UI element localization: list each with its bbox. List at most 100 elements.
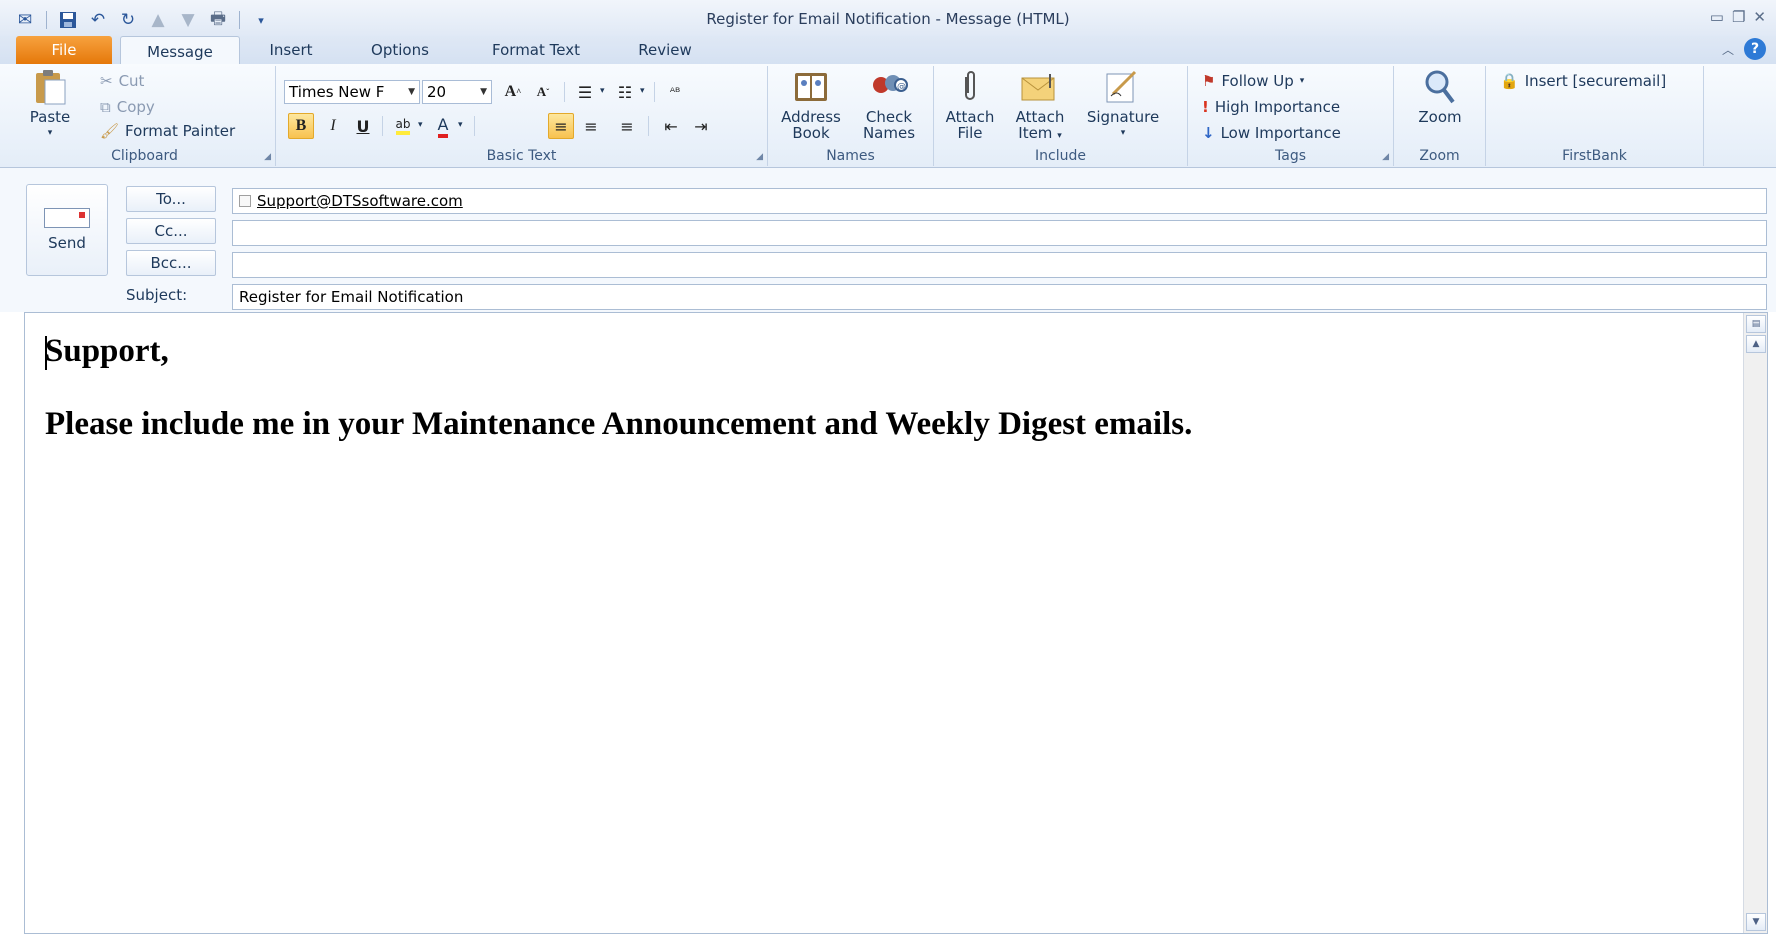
font-size-combo[interactable]: 20 ▼ [422, 80, 492, 104]
cc-button[interactable]: Cc... [126, 218, 216, 244]
address-book-icon [791, 68, 831, 106]
check-names-button[interactable]: @ Check Names [854, 68, 924, 141]
help-icon[interactable]: ? [1744, 38, 1766, 60]
align-center-button[interactable]: ≡ [578, 113, 604, 139]
tab-file[interactable]: File [16, 36, 112, 64]
address-book-button[interactable]: Address Book [776, 68, 846, 141]
insert-securemail-button[interactable]: 🔒 Insert [securemail] [1500, 72, 1666, 90]
format-painter-button[interactable]: 🖌 Format Painter [100, 122, 235, 140]
attach-item-button[interactable]: Attach Item ▾ [1008, 68, 1072, 144]
send-button[interactable]: Send [26, 184, 108, 276]
signature-button[interactable]: Signature ▾ [1078, 68, 1168, 141]
scroll-down-icon[interactable]: ▼ [1746, 913, 1766, 931]
ribbon: Paste ▾ ✂ Cut ⧉ Copy 🖌 Format Painter Cl… [0, 64, 1776, 168]
tags-launcher-icon[interactable]: ◢ [1382, 152, 1389, 162]
exclamation-icon: ! [1202, 98, 1209, 116]
attach-item-dropdown-icon[interactable]: ▾ [1057, 131, 1062, 141]
shrink-font-button[interactable]: Aˇ [530, 79, 556, 105]
window-controls: ▭ ❐ ✕ [1710, 8, 1766, 26]
scissors-icon: ✂ [100, 72, 113, 90]
lock-icon: 🔒 [1500, 72, 1519, 90]
tab-insert[interactable]: Insert [252, 36, 330, 64]
attach-item-label-line1: Attach [1015, 108, 1065, 126]
numbering-dropdown-icon[interactable]: ▾ [640, 86, 645, 96]
highlight-dropdown-icon[interactable]: ▾ [418, 120, 423, 130]
font-name-dropdown-icon[interactable]: ▼ [408, 87, 415, 97]
to-value: Support@DTSsoftware.com [257, 192, 463, 210]
basic-text-launcher-icon[interactable]: ◢ [756, 152, 763, 162]
increase-indent-button[interactable]: ⇥ [688, 113, 714, 139]
bcc-field[interactable] [232, 252, 1767, 278]
clipboard-launcher-icon[interactable]: ◢ [264, 152, 271, 162]
include-group-label: Include [1035, 148, 1086, 164]
bcc-button[interactable]: Bcc... [126, 250, 216, 276]
tab-options[interactable]: Options [350, 36, 450, 64]
attach-file-label-line1: Attach [945, 108, 995, 126]
highlight-button[interactable]: ab [390, 113, 416, 139]
to-field[interactable]: Support@DTSsoftware.com [232, 188, 1767, 214]
check-names-label-line2: Names [862, 124, 916, 142]
ruler-toggle-icon[interactable]: ▤ [1746, 315, 1766, 333]
basic-text-group: Times New F ▼ 20 ▼ A ^ Aˇ ☰ ▾ ☷ ▾ ᴬᴮ B I … [276, 66, 768, 166]
follow-up-button[interactable]: ⚑ Follow Up ▾ [1202, 72, 1304, 90]
font-color-dropdown-icon[interactable]: ▾ [458, 120, 463, 130]
font-color-button[interactable]: A [430, 113, 456, 139]
signature-dropdown-icon[interactable]: ▾ [1121, 125, 1126, 141]
signature-label: Signature [1086, 108, 1160, 126]
copy-icon: ⧉ [100, 98, 111, 116]
underline-button[interactable]: U [350, 113, 376, 139]
vertical-scrollbar[interactable]: ▤ ▲ ▼ [1743, 313, 1767, 933]
bullets-button[interactable]: ☰ [572, 79, 598, 105]
paste-button[interactable]: Paste ▾ [22, 68, 78, 141]
copy-button[interactable]: ⧉ Copy [100, 98, 155, 116]
close-icon[interactable]: ✕ [1753, 8, 1766, 26]
flag-icon: ⚑ [1202, 72, 1216, 90]
tab-review[interactable]: Review [622, 36, 708, 64]
copy-label: Copy [116, 98, 155, 116]
clear-formatting-button[interactable]: ᴬᴮ [662, 79, 688, 105]
cc-field[interactable] [232, 220, 1767, 246]
tab-format-text[interactable]: Format Text [474, 36, 598, 64]
attach-file-button[interactable]: Attach File [938, 68, 1002, 141]
cut-label: Cut [118, 72, 145, 90]
font-name-combo[interactable]: Times New F ▼ [284, 80, 420, 104]
divider [654, 82, 655, 102]
clipboard-group-label: Clipboard [111, 148, 178, 164]
low-importance-label: Low Importance [1220, 124, 1341, 142]
paperclip-icon [950, 68, 990, 106]
paste-dropdown-icon[interactable]: ▾ [48, 125, 53, 141]
grow-font-button[interactable]: A ^ [500, 79, 526, 105]
follow-up-label: Follow Up [1221, 72, 1294, 90]
check-names-icon: @ [869, 68, 909, 106]
restore-icon[interactable]: ❐ [1732, 8, 1745, 26]
basic-text-group-label: Basic Text [486, 148, 557, 164]
body-line-1: Support, [45, 333, 169, 369]
recipient-chip[interactable]: Support@DTSsoftware.com [239, 192, 463, 210]
decrease-indent-button[interactable]: ⇤ [658, 113, 684, 139]
to-button[interactable]: To... [126, 186, 216, 212]
bullets-dropdown-icon[interactable]: ▾ [600, 86, 605, 96]
cut-button[interactable]: ✂ Cut [100, 72, 144, 90]
low-importance-button[interactable]: ↓ Low Importance [1202, 124, 1341, 142]
align-right-button[interactable]: ≡ [614, 113, 640, 139]
follow-up-dropdown-icon[interactable]: ▾ [1300, 76, 1305, 86]
bold-button[interactable]: B [288, 113, 314, 139]
italic-button[interactable]: I [320, 113, 346, 139]
tab-message[interactable]: Message [120, 36, 240, 66]
minimize-icon[interactable]: ▭ [1710, 8, 1724, 26]
subject-field[interactable]: Register for Email Notification [232, 284, 1767, 310]
ribbon-help-area: ︿ ? [1722, 38, 1766, 60]
zoom-button[interactable]: Zoom [1404, 68, 1476, 125]
message-body[interactable]: Support, Please include me in your Maint… [24, 312, 1768, 934]
window-title: Register for Email Notification - Messag… [706, 10, 1070, 28]
body-text[interactable]: Support, Please include me in your Maint… [45, 333, 1192, 479]
envelope-icon [1020, 68, 1060, 106]
font-size-dropdown-icon[interactable]: ▼ [480, 87, 487, 97]
high-importance-button[interactable]: ! High Importance [1202, 98, 1340, 116]
minimize-ribbon-icon[interactable]: ︿ [1722, 41, 1734, 58]
numbering-button[interactable]: ☷ [612, 79, 638, 105]
align-left-button[interactable]: ≡ [548, 113, 574, 139]
paintbrush-icon: 🖌 [100, 122, 120, 140]
divider [648, 116, 649, 136]
scroll-up-icon[interactable]: ▲ [1746, 335, 1766, 353]
